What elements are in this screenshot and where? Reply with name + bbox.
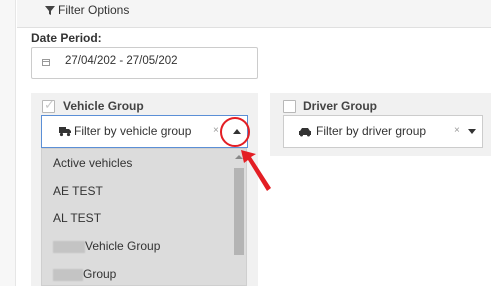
redacted-text: [53, 268, 83, 281]
annotation-arrow: [241, 150, 271, 191]
driver-group-checkbox[interactable]: [283, 100, 296, 113]
calendar-icon: [42, 58, 50, 66]
filter-icon: [44, 3, 56, 17]
vehicle-group-checkbox[interactable]: ✓: [42, 97, 55, 113]
vehicle-group-dropdown[interactable]: Active vehicles AE TEST AL TEST Vehicle …: [41, 148, 247, 286]
vehicle-group-select[interactable]: Filter by vehicle group ×: [41, 115, 248, 148]
filter-options-header[interactable]: Filter Options: [17, 0, 491, 28]
car-icon: [298, 127, 312, 137]
vehicle-group-placeholder: Filter by vehicle group: [74, 124, 192, 138]
dropdown-option[interactable]: Vehicle Group: [53, 239, 160, 253]
date-period-input[interactable]: 27/04/202 - 27/05/202: [31, 47, 258, 79]
filter-options-label: Filter Options: [58, 3, 130, 17]
date-period-value: 27/04/202 - 27/05/202: [65, 55, 178, 67]
vehicle-group-label: Vehicle Group: [63, 99, 144, 113]
driver-group-label: Driver Group: [303, 99, 378, 113]
dropdown-option-label: Group: [83, 267, 117, 281]
dropdown-option[interactable]: AE TEST: [53, 184, 103, 198]
dropdown-option-label: Vehicle Group: [85, 239, 161, 253]
redacted-text: [53, 240, 85, 253]
dropdown-option[interactable]: Group: [53, 267, 116, 281]
driver-group-select[interactable]: Filter by driver group ×: [283, 115, 483, 148]
dropdown-option[interactable]: AL TEST: [53, 211, 101, 225]
annotation-circle: [220, 117, 250, 147]
app-frame-edge: [0, 0, 16, 286]
check-icon: ✓: [44, 97, 55, 112]
vehicle-group-clear-icon[interactable]: ×: [213, 125, 219, 136]
date-period-label: Date Period:: [31, 31, 102, 45]
caret-down-icon[interactable]: [468, 129, 476, 134]
driver-group-placeholder: Filter by driver group: [316, 124, 427, 138]
truck-icon: [59, 126, 71, 137]
driver-group-clear-icon[interactable]: ×: [454, 125, 460, 136]
dropdown-option[interactable]: Active vehicles: [53, 156, 132, 170]
